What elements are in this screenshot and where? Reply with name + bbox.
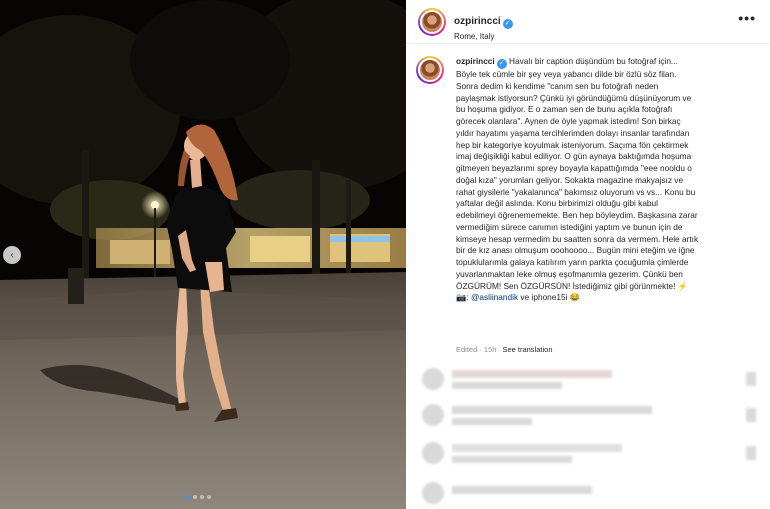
caption-line: doğal kıza" yorumları geliyor. Sokakta m… <box>456 174 684 185</box>
avatar[interactable] <box>418 8 446 36</box>
carousel-dots <box>186 495 211 499</box>
blurred-like-icon <box>746 372 756 386</box>
caption-line: hep bir kategoriye koyulmak isteniyorum.… <box>456 139 689 150</box>
blurred-comment-line <box>452 444 622 452</box>
carousel-dot <box>200 495 204 499</box>
chevron-left-icon: ‹ <box>10 249 14 261</box>
post-location[interactable]: Rome, Italy <box>454 32 513 41</box>
blurred-comment-line <box>452 370 612 378</box>
caption-line: ÖZGÜRÜM! Sen ÖZGÜRSÜN! İstediğimiz gibi … <box>456 280 689 291</box>
caption-line: paylaşmak istiyorsun? Çünkü iyi göründüğ… <box>456 92 692 103</box>
mention-link[interactable]: @asliinandik <box>471 292 518 302</box>
blurred-comment-avatar <box>422 404 444 426</box>
blurred-comment-line <box>452 418 532 425</box>
caption-line: bir de kız anası olmuşum ooohoooo... Bug… <box>456 245 695 256</box>
caption-avatar[interactable] <box>416 56 444 84</box>
edited-timestamp: Edited · 15h <box>456 345 497 354</box>
carousel-dot <box>193 495 197 499</box>
carousel-prev-button[interactable]: ‹ <box>3 246 21 264</box>
camera-icon: 📷: <box>456 292 471 303</box>
caption-username[interactable]: ozpirincci <box>456 56 495 66</box>
caption-line: yaftalar değil aslında. Konu birbirimizi… <box>456 198 659 209</box>
blurred-comment-line <box>452 406 652 414</box>
post-details-panel: ozpirincci ✓ Rome, Italy ••• ozpirincci ✓ … <box>406 0 770 509</box>
more-options-button[interactable]: ••• <box>738 10 756 26</box>
blurred-like-icon <box>746 408 756 422</box>
caption-line: imaj değişikliği kabul ediliyor. O gün a… <box>456 151 692 162</box>
carousel-dot <box>207 495 211 499</box>
caption-line: kimseye hesap vermedim bu saatten sonra … <box>456 233 699 244</box>
caption-line: yuvarlanmaktan leke olmuş eşofmanımla ge… <box>456 268 683 279</box>
caption-line: edebilmeyi öğrenememekte. Ben hep böyley… <box>456 210 698 220</box>
caption-line: bu hoşuma gidiyor. E o zaman sen de bunu… <box>456 104 673 115</box>
caption-text: ozpirincci ✓ Havalı bir caption düşündüm … <box>456 56 760 304</box>
blurred-comment-avatar <box>422 482 444 504</box>
caption-line: rahat giysilerle "yakalanınca" bakımsız … <box>456 186 696 197</box>
blurred-comment-avatar <box>422 368 444 390</box>
post-header: ozpirincci ✓ Rome, Italy ••• <box>406 0 770 44</box>
caption-line: topuklularımla galaya katılırım yarın pa… <box>456 257 689 267</box>
post-photo[interactable]: ‹ <box>0 0 406 509</box>
verified-badge-icon: ✓ <box>502 19 513 29</box>
blurred-comment-line <box>452 486 592 494</box>
blurred-comment-avatar <box>422 442 444 464</box>
caption-line: Böyle tek cümle bir şey veya yabancı dil… <box>456 69 677 79</box>
see-translation-link[interactable]: See translation <box>502 345 552 354</box>
author-username[interactable]: ozpirincci <box>454 16 501 27</box>
caption-line: Sonra dedim ki kendime "canım sen bu fot… <box>456 80 659 91</box>
carousel-dot-active <box>186 495 190 499</box>
photo-scene <box>0 0 406 509</box>
caption-line: gitmeyen beyazlarımı sprey boyayla kapat… <box>456 163 692 173</box>
blurred-comment-line <box>452 382 562 389</box>
caption-line: görecek olanlara". Aynen de öyle yapmak … <box>456 116 681 126</box>
caption-line: vermediğim sürece canımın istediğini yap… <box>456 221 683 232</box>
caption-line: 📷: @asliinandik ve iphone15i 😂 <box>456 292 581 303</box>
blurred-like-icon <box>746 446 756 460</box>
caption-line: yıldır hayatımı yaşama tercihlerimden do… <box>456 127 690 138</box>
comments-area-blurred <box>416 364 766 509</box>
post-meta: Edited · 15h See translation <box>456 345 553 354</box>
verified-badge-icon: ✓ <box>496 59 507 69</box>
blurred-comment-line <box>452 456 572 463</box>
caption-line: ozpirincci ✓ Havalı bir caption düşündüm … <box>456 56 678 69</box>
